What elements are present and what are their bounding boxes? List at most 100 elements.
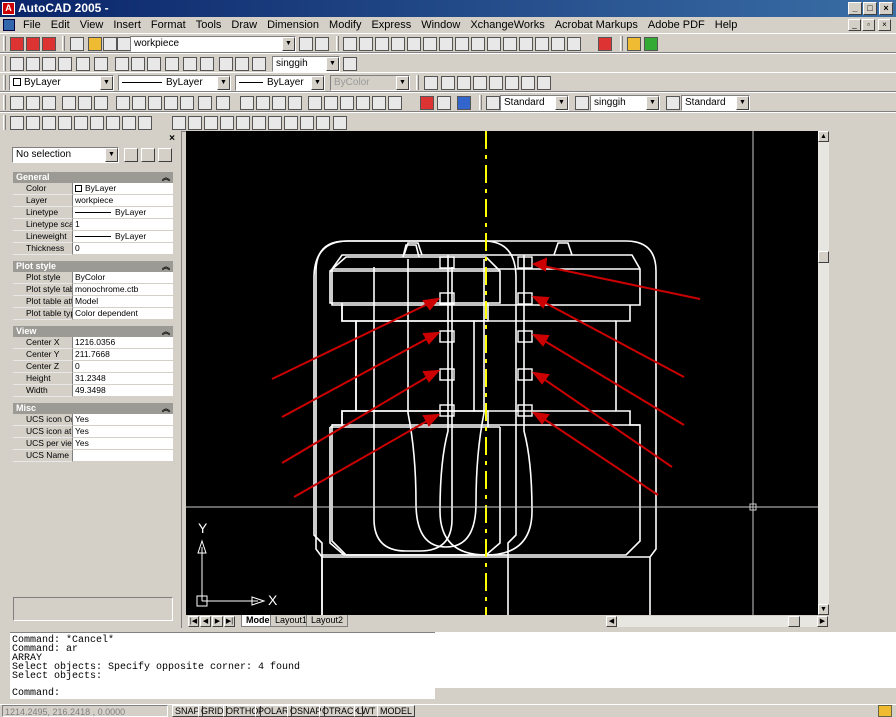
menu-view[interactable]: View [75,19,109,31]
minimize-button[interactable]: _ [848,2,862,15]
toolbar-grip[interactable] [3,36,6,51]
toolbar-grip[interactable] [336,36,339,51]
grid-icon[interactable] [407,37,421,51]
prop-row[interactable]: UCS icon On Yes [13,414,173,426]
dimension-edit-icon[interactable] [219,57,233,71]
pen-icon[interactable] [359,37,373,51]
polygon-icon[interactable] [58,116,72,130]
pdf-icon[interactable] [26,37,40,51]
space-convert-icon[interactable] [537,76,551,90]
toolbar-grip[interactable] [62,36,65,51]
scroll-thumb[interactable] [818,251,829,263]
rectangle-icon[interactable] [74,116,88,130]
collapse-icon[interactable]: ︽ [162,326,170,337]
ellipse-icon[interactable] [172,116,186,130]
fillet-icon[interactable] [567,37,581,51]
prev-tab-icon[interactable]: ◀ [200,616,211,627]
gradient-icon[interactable] [268,116,282,130]
maximize-button[interactable]: □ [863,2,877,15]
close-button[interactable]: × [879,2,893,15]
prop-row[interactable]: Plot table typeColor dependent [13,308,173,320]
tolerance-icon[interactable] [183,57,197,71]
prop-row[interactable]: Layer workpiece [13,195,173,207]
dimension-style-icon[interactable] [575,96,589,110]
pdf-icon[interactable] [42,37,56,51]
prop-row[interactable]: UCS icon at ori...Yes [13,426,173,438]
menu-acrobat-markups[interactable]: Acrobat Markups [550,19,643,31]
first-tab-icon[interactable]: |◀ [188,616,199,627]
prop-row[interactable]: Width 49.3498 [13,385,173,397]
scroll-up-arrow-icon[interactable]: ▲ [818,131,829,142]
toolbar-grip[interactable] [3,56,6,71]
section-header[interactable]: Plot style ︽ [13,261,173,272]
zoom-previous-icon[interactable] [288,96,302,110]
match-properties-icon[interactable] [164,96,178,110]
angular-dimension-icon[interactable] [94,57,108,71]
section-header[interactable]: Misc ︽ [13,403,173,414]
menu-dimension[interactable]: Dimension [262,19,324,31]
line-icon[interactable] [10,116,24,130]
prop-row[interactable]: Lineweight ByLayer [13,231,173,243]
doc-close-button[interactable]: × [878,19,891,31]
prop-row[interactable]: Plot style tablemonochrome.ctb [13,284,173,296]
last-tab-icon[interactable]: ▶| [224,616,235,627]
chevron-down-icon[interactable]: ▼ [105,148,118,162]
select-objects-icon[interactable] [141,148,155,162]
quick-dimension-icon[interactable] [115,57,129,71]
center-mark-icon[interactable] [200,57,214,71]
save-icon[interactable] [42,96,56,110]
stretch-icon[interactable] [471,37,485,51]
spline-icon[interactable] [138,116,152,130]
triangle-icon[interactable] [375,37,389,51]
layer-manager-icon[interactable] [70,37,84,51]
menu-file[interactable]: File [18,19,46,31]
spell-check-icon[interactable] [473,76,487,90]
scroll-down-arrow-icon[interactable]: ▼ [818,604,829,615]
baseline-dimension-icon[interactable] [131,57,145,71]
design-center-icon[interactable] [324,96,338,110]
pdf-icon[interactable] [10,37,24,51]
linetype-combo[interactable]: ByLayer ▼ [118,75,231,91]
paste-icon[interactable] [148,96,162,110]
markup-icon[interactable] [372,96,386,110]
undo-icon[interactable] [198,96,212,110]
make-layer-current-icon[interactable] [299,37,313,51]
pan-icon[interactable] [240,96,254,110]
copy-icon[interactable] [132,96,146,110]
zoom-realtime-icon[interactable] [256,96,270,110]
circle-icon[interactable] [106,116,120,130]
dimstyle-combo[interactable]: singgih ▼ [272,56,340,72]
menu-draw[interactable]: Draw [226,19,262,31]
menu-format[interactable]: Format [146,19,191,31]
toolbar-grip[interactable] [3,75,6,90]
chevron-down-icon[interactable]: ▼ [282,37,295,51]
polyline-icon[interactable] [42,116,56,130]
dimension-update-icon[interactable] [252,57,266,71]
prop-row[interactable]: Center Z0 [13,361,173,373]
prop-row[interactable]: Color ByLayer [13,183,173,195]
make-block-icon[interactable] [220,116,234,130]
arc-icon[interactable] [90,116,104,130]
help-icon[interactable] [457,96,471,110]
publish-icon[interactable] [94,96,108,110]
communication-center-icon[interactable] [878,705,892,717]
revcloud-icon[interactable] [122,116,136,130]
text-icon[interactable] [424,76,438,90]
diameter-dimension-icon[interactable] [76,57,90,71]
scale-icon[interactable] [455,37,469,51]
section-header[interactable]: View ︽ [13,326,173,337]
menu-insert[interactable]: Insert [108,19,146,31]
leader-icon[interactable] [165,57,179,71]
region-icon[interactable] [284,116,298,130]
preview-icon[interactable] [78,96,92,110]
text-style-icon[interactable] [489,76,503,90]
extend-icon[interactable] [503,37,517,51]
chevron-down-icon[interactable]: ▼ [217,76,230,90]
prop-row[interactable]: Plot table atta...Model [13,296,173,308]
menu-window[interactable]: Window [416,19,465,31]
prop-row[interactable]: Plot style ByColor [13,272,173,284]
trim-icon[interactable] [487,37,501,51]
quick-select-icon[interactable] [158,148,172,162]
find-icon[interactable] [457,76,471,90]
wipeout-icon[interactable] [316,116,330,130]
